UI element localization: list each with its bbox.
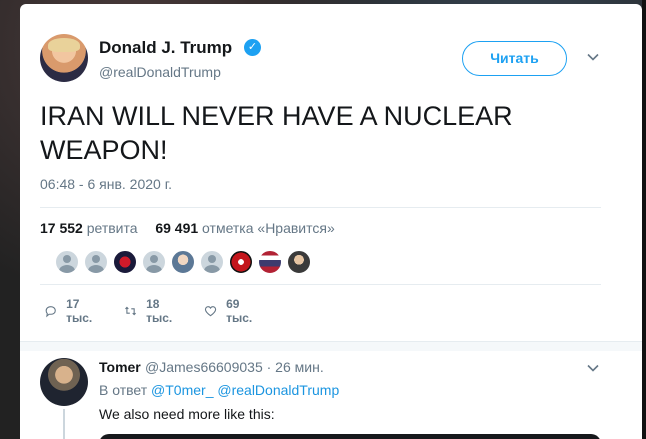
reply-media-preview[interactable] (99, 434, 601, 439)
divider (40, 284, 601, 285)
liker-avatar[interactable] (83, 249, 109, 275)
retweet-count: 18 тыс. (146, 297, 173, 325)
mention-link[interactable]: @realDonaldTrump (217, 382, 339, 398)
reply-text: We also need more like this: (99, 406, 275, 422)
chevron-down-icon[interactable] (586, 361, 600, 375)
tweet-timestamp[interactable]: 06:48 - 6 янв. 2020 г. (40, 176, 172, 192)
replies-separator (20, 341, 642, 351)
tweet-text: IRAN WILL NEVER HAVE A NUCLEAR WEAPON! (40, 101, 513, 165)
like-icon (204, 306, 217, 317)
reply-count: 17 тыс. (66, 297, 93, 325)
likes-count[interactable]: 69 491 (155, 220, 198, 236)
liker-avatar[interactable] (112, 249, 138, 275)
divider (40, 207, 601, 208)
reply-button[interactable]: 17 тыс. (44, 297, 97, 325)
follow-button[interactable]: Читать (462, 41, 567, 76)
liker-avatar[interactable] (228, 249, 254, 275)
liker-avatar[interactable] (141, 249, 167, 275)
retweets-label[interactable]: ретвита (87, 220, 138, 236)
in-reply-to: В ответ @T0mer_ @realDonaldTrump (99, 382, 339, 398)
reply-author-name[interactable]: Tomer (99, 359, 141, 375)
like-count: 69 тыс. (226, 297, 253, 325)
retweets-count[interactable]: 17 552 (40, 220, 83, 236)
likes-label[interactable]: отметка «Нравится» (202, 220, 335, 236)
retweet-button[interactable]: 18 тыс. (124, 297, 177, 325)
in-reply-prefix: В ответ (99, 382, 148, 398)
retweet-icon (125, 306, 136, 316)
verified-icon: ✓ (244, 39, 261, 56)
liker-avatar[interactable] (286, 249, 312, 275)
scrollbar-track[interactable] (642, 0, 646, 439)
tweet-card: Donald J. Trump ✓ @realDonaldTrump Читат… (20, 4, 642, 439)
author-handle[interactable]: @realDonaldTrump (99, 64, 221, 80)
mention-link[interactable]: @T0mer_ (151, 382, 213, 398)
reply-author-handle[interactable]: @James66609035 · 26 мин. (145, 359, 324, 375)
reply-author-avatar[interactable] (40, 358, 88, 406)
liker-avatar[interactable] (54, 249, 80, 275)
chevron-down-icon[interactable] (586, 50, 600, 64)
thread-line (63, 409, 65, 439)
like-button[interactable]: 69 тыс. (204, 297, 257, 325)
tweet-stats: 17 552 ретвита 69 491 отметка «Нравится» (40, 220, 335, 236)
liker-avatar[interactable] (170, 249, 196, 275)
author-avatar[interactable] (40, 34, 88, 82)
reply-icon (45, 306, 56, 318)
author-name[interactable]: Donald J. Trump (99, 38, 232, 58)
liker-avatar[interactable] (257, 249, 283, 275)
liker-avatar[interactable] (199, 249, 225, 275)
